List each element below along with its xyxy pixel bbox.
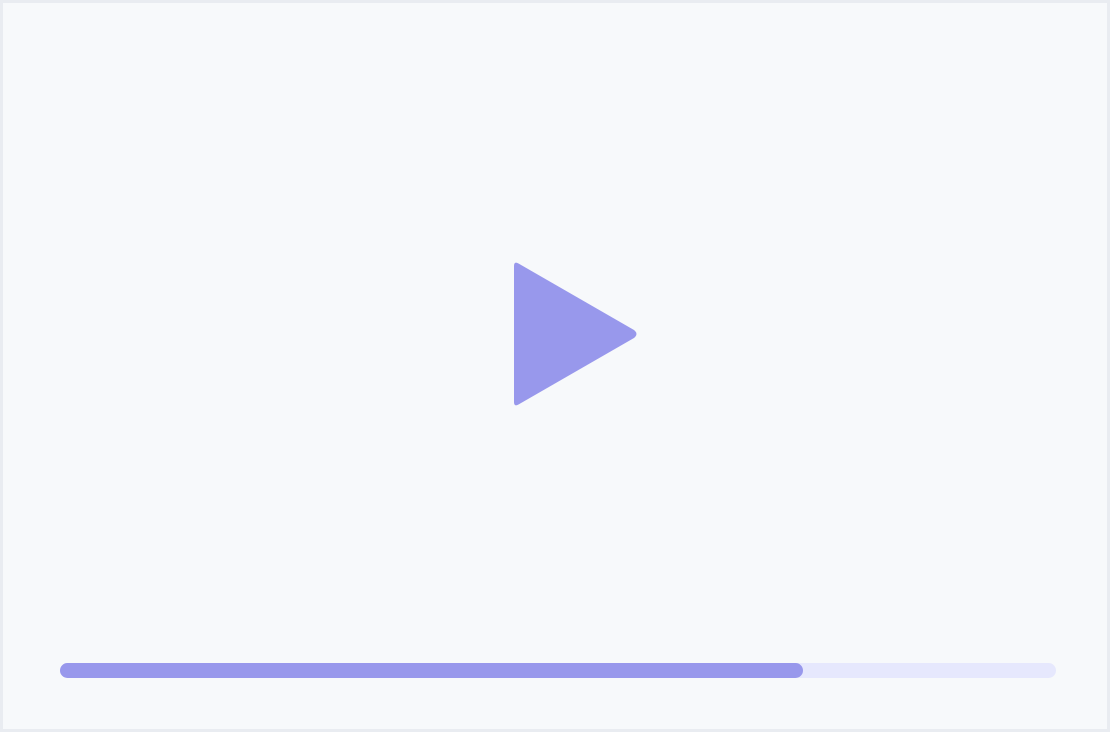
play-icon-shape [514,262,637,406]
progress-fill [60,663,804,678]
play-icon [503,253,648,415]
play-button[interactable] [503,253,648,415]
progress-bar[interactable] [60,663,1056,678]
video-player[interactable] [0,0,1110,732]
